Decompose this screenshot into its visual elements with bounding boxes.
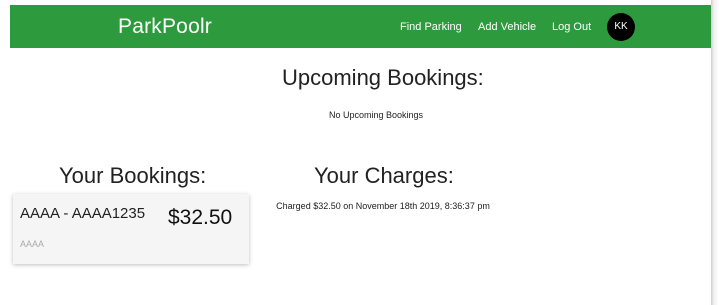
upcoming-bookings-title: Upcoming Bookings: — [282, 65, 484, 90]
your-bookings-title: Your Bookings: — [59, 163, 207, 188]
avatar[interactable]: KK — [607, 13, 635, 41]
nav-log-out[interactable]: Log Out — [552, 21, 591, 33]
no-upcoming-bookings-text: No Upcoming Bookings — [329, 110, 424, 120]
nav-find-parking[interactable]: Find Parking — [400, 21, 462, 33]
window-edge-shadow — [711, 0, 719, 305]
brand-logo[interactable]: ParkPoolr — [118, 15, 212, 39]
nav-add-vehicle[interactable]: Add Vehicle — [478, 21, 536, 33]
booking-subtitle: AAAA — [20, 239, 45, 249]
charge-item: Charged $32.50 on November 18th 2019, 8:… — [276, 201, 490, 211]
booking-card[interactable]: AAAA - AAAA1235 $32.50 AAAA — [13, 194, 249, 264]
booking-price: $32.50 — [168, 206, 233, 229]
navbar: ParkPoolr Find Parking Add Vehicle Log O… — [10, 5, 711, 48]
booking-name: AAAA - AAAA1235 — [20, 205, 146, 222]
your-charges-title: Your Charges: — [314, 163, 454, 188]
